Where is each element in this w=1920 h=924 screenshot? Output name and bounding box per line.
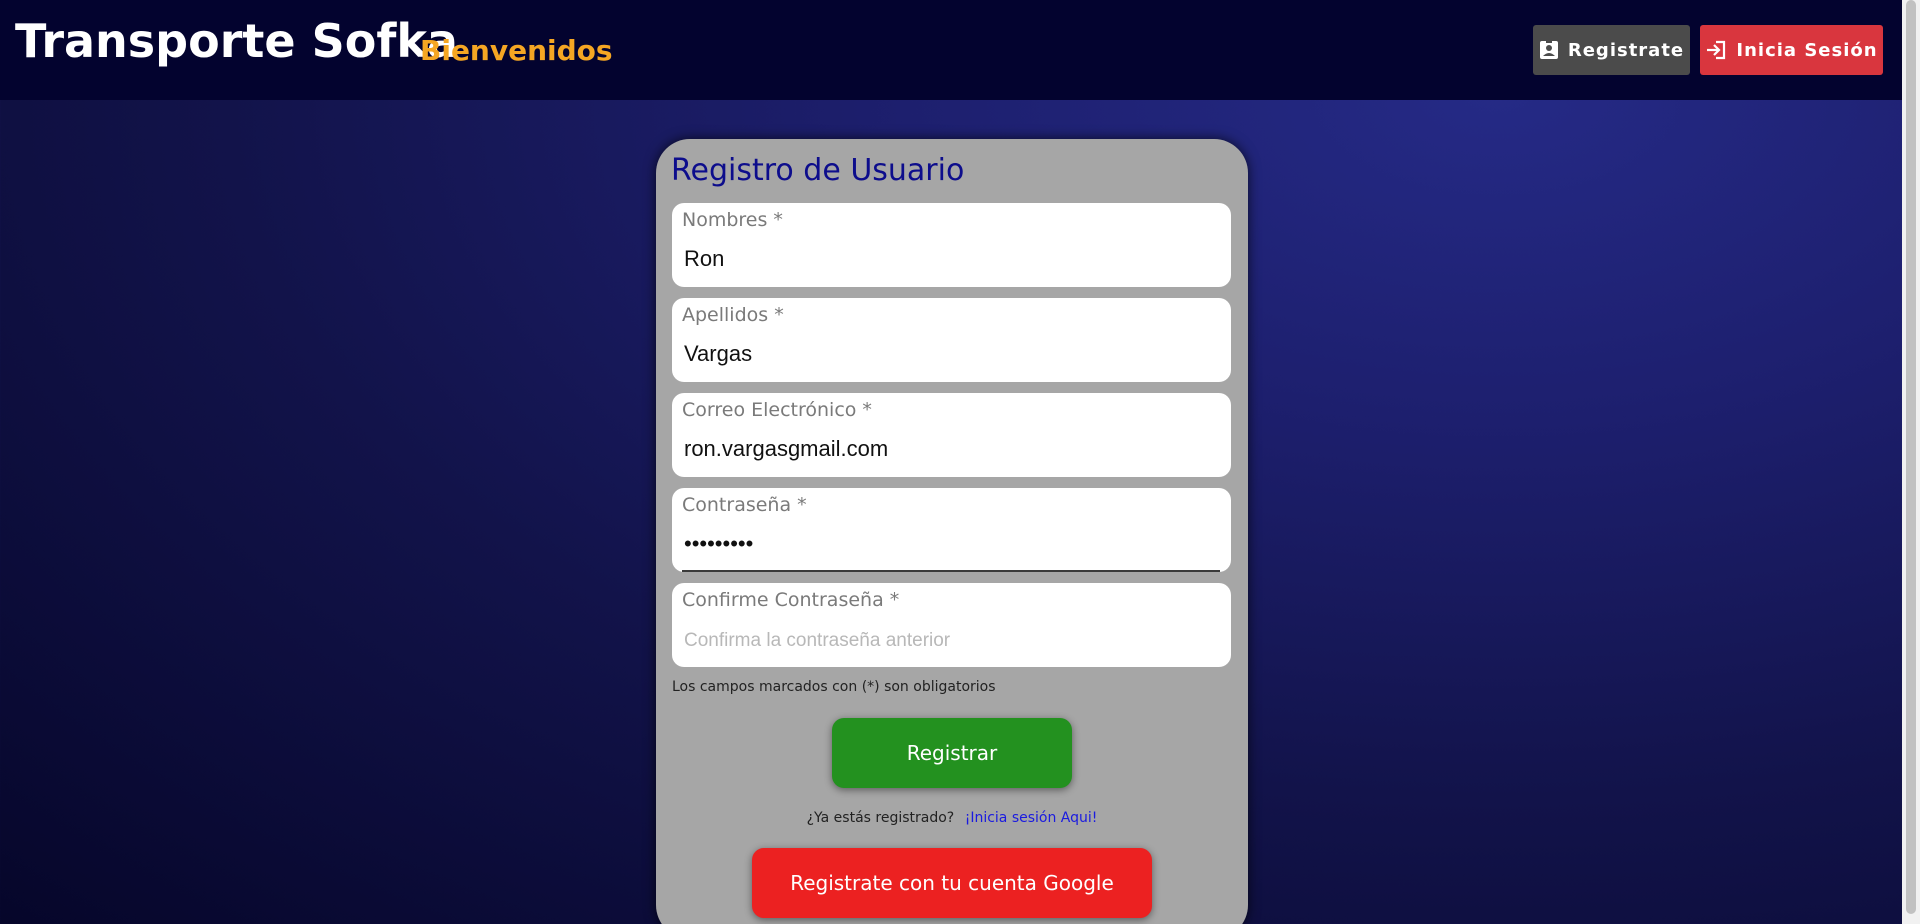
form-title: Registro de Usuario bbox=[671, 153, 965, 188]
password-input[interactable] bbox=[684, 528, 1214, 560]
confirm-password-label: Confirme Contraseña * bbox=[682, 589, 900, 611]
login-nav-label: Inicia Sesión bbox=[1736, 39, 1878, 61]
page-scrollbar[interactable] bbox=[1902, 0, 1920, 924]
already-registered-row: ¿Ya estás registrado? ¡Inicia sesión Aqu… bbox=[656, 810, 1248, 826]
register-nav-label: Registrate bbox=[1567, 39, 1685, 61]
login-here-link[interactable]: ¡Inicia sesión Aqui! bbox=[965, 810, 1098, 826]
brand-title[interactable]: Transporte Sofka bbox=[15, 14, 458, 68]
focused-underline bbox=[682, 570, 1220, 572]
welcome-text: Bienvenidos bbox=[420, 34, 613, 67]
password-field: Contraseña * bbox=[672, 488, 1231, 572]
register-nav-button[interactable]: Registrate bbox=[1533, 25, 1690, 75]
last-name-field: Apellidos * bbox=[672, 298, 1231, 382]
email-label: Correo Electrónico * bbox=[682, 399, 872, 421]
already-registered-text: ¿Ya estás registrado? bbox=[806, 810, 955, 826]
contact-badge-icon bbox=[1539, 40, 1559, 60]
top-navbar: Transporte Sofka Bienvenidos Registrate … bbox=[0, 0, 1902, 100]
first-name-input[interactable] bbox=[684, 243, 1214, 275]
scrollbar-thumb[interactable] bbox=[1906, 0, 1916, 914]
last-name-label: Apellidos * bbox=[682, 304, 784, 326]
first-name-label: Nombres * bbox=[682, 209, 783, 231]
password-label: Contraseña * bbox=[682, 494, 807, 516]
registration-card: Registro de Usuario Nombres * Apellidos … bbox=[656, 139, 1248, 924]
confirm-password-input[interactable] bbox=[684, 623, 1214, 655]
last-name-input[interactable] bbox=[684, 338, 1214, 370]
login-arrow-icon bbox=[1705, 40, 1727, 60]
login-nav-button[interactable]: Inicia Sesión bbox=[1700, 25, 1883, 75]
confirm-password-field: Confirme Contraseña * bbox=[672, 583, 1231, 667]
register-submit-button[interactable]: Registrar bbox=[832, 718, 1072, 788]
google-register-button[interactable]: Registrate con tu cuenta Google bbox=[752, 848, 1152, 918]
required-fields-note: Los campos marcados con (*) son obligato… bbox=[672, 679, 996, 695]
email-field: Correo Electrónico * bbox=[672, 393, 1231, 477]
email-input[interactable] bbox=[684, 433, 1214, 465]
first-name-field: Nombres * bbox=[672, 203, 1231, 287]
